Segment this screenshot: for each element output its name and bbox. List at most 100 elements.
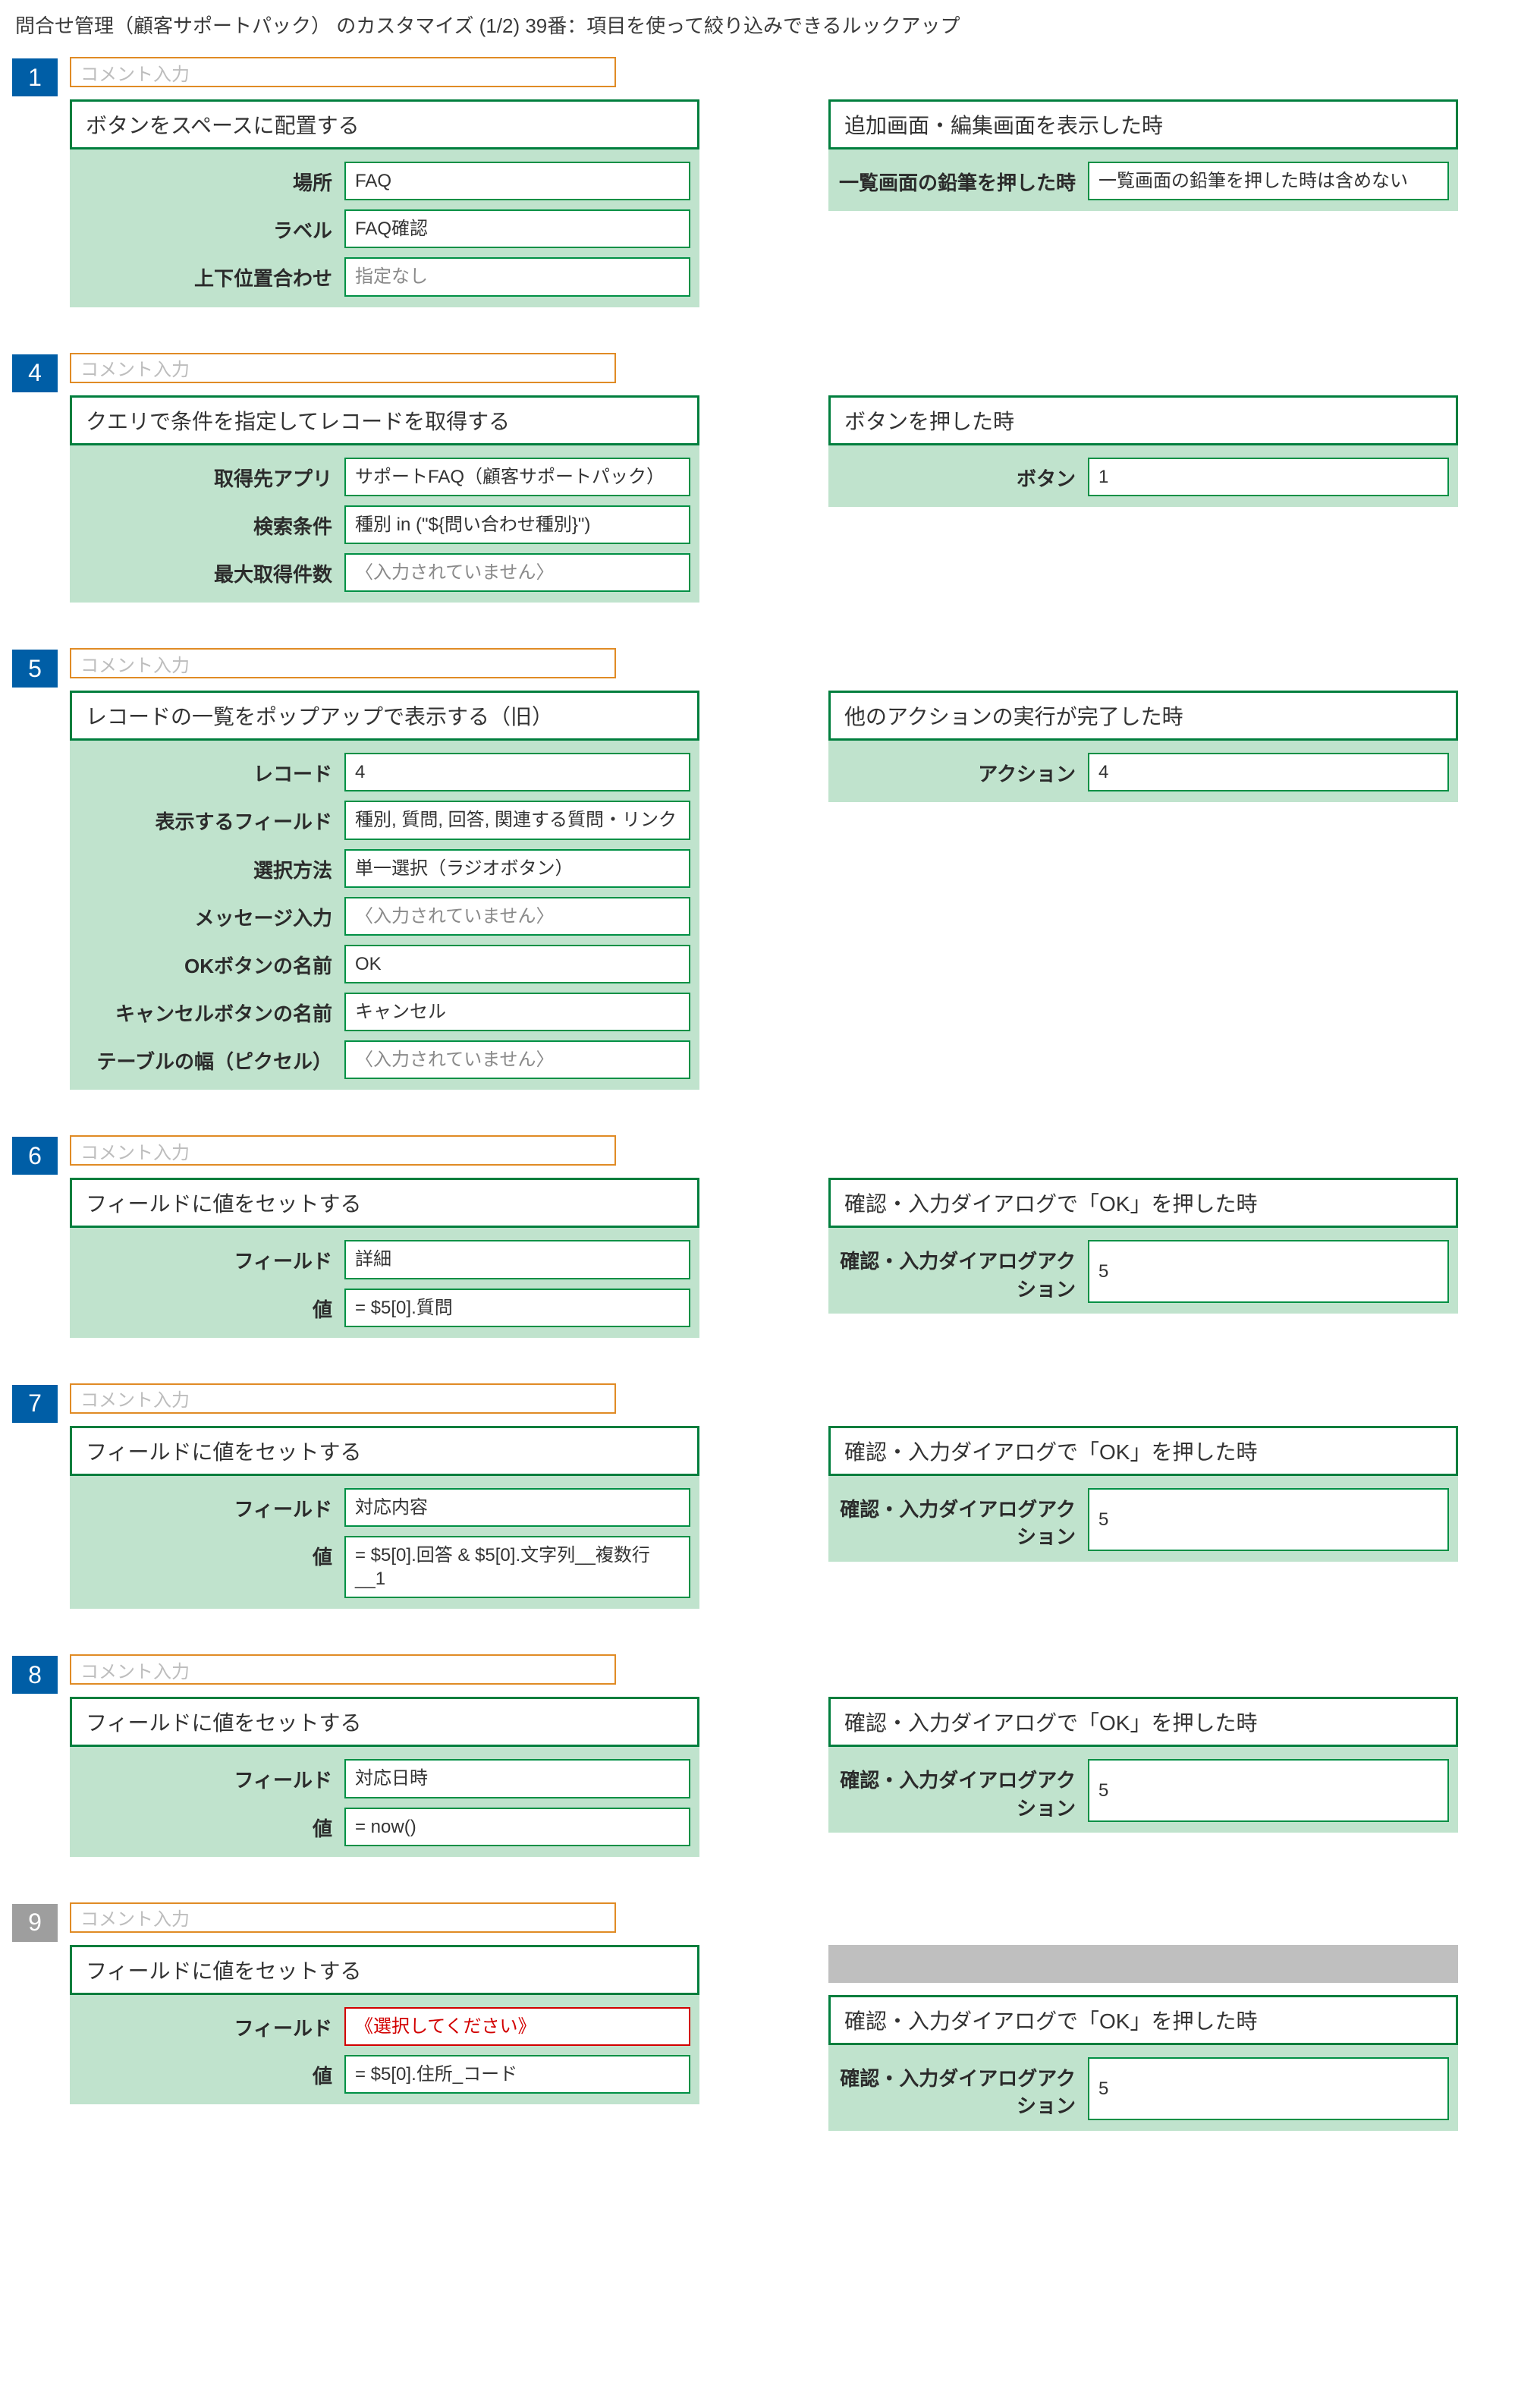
- action-row-field[interactable]: FAQ確認: [344, 209, 690, 248]
- step-8: 8コメント入力フィールドに値をセットするフィールド対応日時値= now()確認・…: [0, 1654, 1540, 1856]
- comment-input[interactable]: コメント入力: [70, 648, 616, 678]
- action-row-label: ラベル: [79, 209, 344, 248]
- action-panel: ボタンをスペースに配置する場所FAQラベルFAQ確認上下位置合わせ指定なし: [70, 99, 699, 307]
- action-row-field[interactable]: 詳細: [344, 1240, 690, 1279]
- action-row: 検索条件種別 in ("${問い合わせ種別}"): [79, 505, 690, 544]
- comment-input[interactable]: コメント入力: [70, 57, 616, 87]
- action-title[interactable]: ボタンをスペースに配置する: [70, 99, 699, 149]
- action-row: レコード4: [79, 753, 690, 791]
- condition-row-field[interactable]: 4: [1088, 753, 1449, 791]
- action-row-field[interactable]: = $5[0].住所_コード: [344, 2055, 690, 2094]
- step-7: 7 コメント入力フィールドに値をセットするフィールド対応内容値= $5[0].回答…: [0, 1383, 1540, 1610]
- action-row: ラベルFAQ確認: [79, 209, 690, 248]
- action-panel: レコードの一覧をポップアップで表示する（旧）レコード4表示するフィールド種別, …: [70, 691, 699, 1090]
- step-badge: 8: [12, 1656, 58, 1694]
- action-row-field[interactable]: 単一選択（ラジオボタン）: [344, 849, 690, 888]
- action-row: 値= $5[0].住所_コード: [79, 2055, 690, 2094]
- step-5: 5コメント入力レコードの一覧をポップアップで表示する（旧）レコード4表示するフィ…: [0, 648, 1540, 1090]
- action-title[interactable]: フィールドに値をセットする: [70, 1426, 699, 1476]
- action-row: キャンセルボタンの名前キャンセル: [79, 993, 690, 1031]
- condition-row-field[interactable]: 1: [1088, 458, 1449, 496]
- action-row-label: 最大取得件数: [79, 553, 344, 592]
- comment-input[interactable]: コメント入力: [70, 353, 616, 383]
- condition-panel: 確認・入力ダイアログで「OK」を押した時確認・入力ダイアログアクション5: [828, 1995, 1458, 2131]
- action-title[interactable]: レコードの一覧をポップアップで表示する（旧）: [70, 691, 699, 741]
- action-row-field[interactable]: 〈入力されていません〉: [344, 1040, 690, 1079]
- condition-row-field[interactable]: 5: [1088, 1240, 1449, 1303]
- action-row-field[interactable]: 対応内容: [344, 1488, 690, 1527]
- condition-row-field[interactable]: 5: [1088, 2057, 1449, 2120]
- action-row-field[interactable]: OK: [344, 945, 690, 983]
- comment-input[interactable]: コメント入力: [70, 1135, 616, 1166]
- condition-title[interactable]: ボタンを押した時: [828, 395, 1458, 445]
- condition-row-label: 確認・入力ダイアログアクション: [838, 1488, 1088, 1551]
- condition-row: 一覧画面の鉛筆を押した時一覧画面の鉛筆を押した時は含めない: [838, 162, 1449, 200]
- condition-row-label: 確認・入力ダイアログアクション: [838, 1759, 1088, 1822]
- condition-row: ボタン1: [838, 458, 1449, 496]
- action-row-label: 選択方法: [79, 849, 344, 888]
- action-row-label: レコード: [79, 753, 344, 791]
- condition-row-field[interactable]: 一覧画面の鉛筆を押した時は含めない: [1088, 162, 1449, 200]
- action-row-field[interactable]: 〈入力されていません〉: [344, 553, 690, 592]
- action-row-label: 値: [79, 1536, 344, 1598]
- action-row-label: 値: [79, 2055, 344, 2094]
- condition-panel: ボタンを押した時ボタン1: [828, 395, 1458, 507]
- condition-title[interactable]: 確認・入力ダイアログで「OK」を押した時: [828, 1697, 1458, 1747]
- action-row: フィールド対応内容: [79, 1488, 690, 1527]
- action-row-field[interactable]: 《選択してください》: [344, 2007, 690, 2046]
- step-1: 1コメント入力ボタンをスペースに配置する場所FAQラベルFAQ確認上下位置合わせ…: [0, 57, 1540, 307]
- step-badge: 7: [12, 1385, 58, 1423]
- action-panel: フィールドに値をセットするフィールド《選択してください》値= $5[0].住所_…: [70, 1945, 699, 2104]
- action-row-field[interactable]: 対応日時: [344, 1759, 690, 1798]
- action-row: フィールド対応日時: [79, 1759, 690, 1798]
- action-row-field[interactable]: 指定なし: [344, 257, 690, 296]
- action-row: フィールド詳細: [79, 1240, 690, 1279]
- condition-title[interactable]: 他のアクションの実行が完了した時: [828, 691, 1458, 741]
- action-row-label: フィールド: [79, 1240, 344, 1279]
- condition-panel: 確認・入力ダイアログで「OK」を押した時確認・入力ダイアログアクション5: [828, 1178, 1458, 1314]
- disabled-condition-bar: [828, 1945, 1458, 1983]
- condition-title[interactable]: 追加画面・編集画面を表示した時: [828, 99, 1458, 149]
- action-row-field[interactable]: = $5[0].質問: [344, 1289, 690, 1327]
- action-row-label: 値: [79, 1289, 344, 1327]
- action-row-field[interactable]: 種別 in ("${問い合わせ種別}"): [344, 505, 690, 544]
- action-row-field[interactable]: キャンセル: [344, 993, 690, 1031]
- action-title[interactable]: クエリで条件を指定してレコードを取得する: [70, 395, 699, 445]
- action-row: 値= $5[0].回答 & $5[0].文字列__複数行__1: [79, 1536, 690, 1598]
- action-row: 値= $5[0].質問: [79, 1289, 690, 1327]
- action-row-field[interactable]: = now(): [344, 1808, 690, 1846]
- comment-input[interactable]: コメント入力: [70, 1654, 616, 1685]
- condition-title[interactable]: 確認・入力ダイアログで「OK」を押した時: [828, 1995, 1458, 2045]
- action-title[interactable]: フィールドに値をセットする: [70, 1178, 699, 1228]
- action-row-label: 場所: [79, 162, 344, 200]
- action-row-label: 取得先アプリ: [79, 458, 344, 496]
- action-row-label: 表示するフィールド: [79, 801, 344, 839]
- action-row-label: テーブルの幅（ピクセル）: [79, 1040, 344, 1079]
- action-row-field[interactable]: 〈入力されていません〉: [344, 897, 690, 936]
- action-row-label: キャンセルボタンの名前: [79, 993, 344, 1031]
- action-title[interactable]: フィールドに値をセットする: [70, 1697, 699, 1747]
- condition-row: アクション4: [838, 753, 1449, 791]
- action-row-field[interactable]: 4: [344, 753, 690, 791]
- step-4: 4 コメント入力クエリで条件を指定してレコードを取得する取得先アプリサポートFAQ…: [0, 353, 1540, 603]
- action-row-label: 検索条件: [79, 505, 344, 544]
- action-title[interactable]: フィールドに値をセットする: [70, 1945, 699, 1995]
- action-row-field[interactable]: FAQ: [344, 162, 690, 200]
- condition-panel: 確認・入力ダイアログで「OK」を押した時確認・入力ダイアログアクション5: [828, 1426, 1458, 1562]
- step-9: 9コメント入力フィールドに値をセットするフィールド《選択してください》値= $5…: [0, 1902, 1540, 2131]
- step-badge: 4: [12, 354, 58, 392]
- action-panel: フィールドに値をセットするフィールド詳細値= $5[0].質問: [70, 1178, 699, 1337]
- condition-row-field[interactable]: 5: [1088, 1759, 1449, 1822]
- comment-input[interactable]: コメント入力: [70, 1902, 616, 1933]
- action-row: フィールド《選択してください》: [79, 2007, 690, 2046]
- action-row-field[interactable]: サポートFAQ（顧客サポートパック）: [344, 458, 690, 496]
- condition-row-label: ボタン: [838, 458, 1088, 496]
- condition-row-field[interactable]: 5: [1088, 1488, 1449, 1551]
- comment-input[interactable]: コメント入力: [70, 1383, 616, 1414]
- action-row: 選択方法単一選択（ラジオボタン）: [79, 849, 690, 888]
- condition-title[interactable]: 確認・入力ダイアログで「OK」を押した時: [828, 1426, 1458, 1476]
- action-row-field[interactable]: = $5[0].回答 & $5[0].文字列__複数行__1: [344, 1536, 690, 1598]
- condition-title[interactable]: 確認・入力ダイアログで「OK」を押した時: [828, 1178, 1458, 1228]
- action-row-field[interactable]: 種別, 質問, 回答, 関連する質問・リンク: [344, 801, 690, 839]
- step-badge: 6: [12, 1137, 58, 1175]
